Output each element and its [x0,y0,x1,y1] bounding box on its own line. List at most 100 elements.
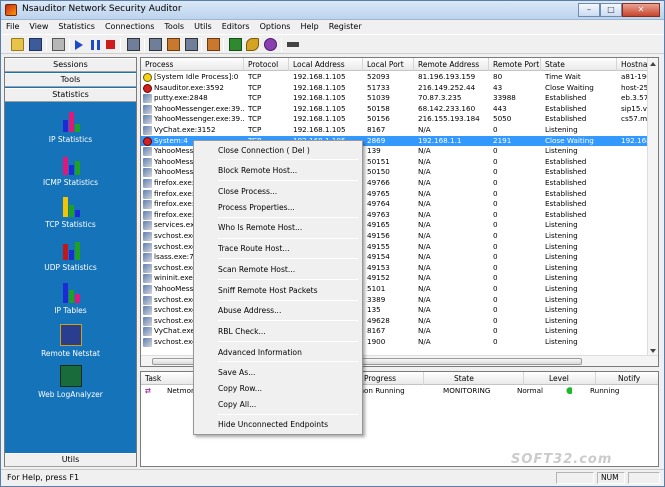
table-cell: Established [545,167,587,177]
menu-options[interactable]: Options [255,20,296,34]
context-menu-separator [218,180,358,181]
context-menu-item[interactable]: Block Remote Host... [196,164,360,177]
context-menu-separator [218,238,358,239]
menu-file[interactable]: File [1,20,24,34]
menu-editors[interactable]: Editors [217,20,255,34]
check-icon[interactable] [229,38,242,51]
nav-ip-statistics[interactable]: IP Statistics [5,110,136,144]
monitor-icon[interactable] [127,38,140,51]
nav-ip-tables[interactable]: IP Tables [5,281,136,315]
print-icon[interactable] [52,38,65,51]
table-cell: N/A [418,241,431,251]
table-cell: Listening [545,241,578,251]
context-menu-item[interactable]: Trace Route Host... [196,242,360,255]
report-icon[interactable] [149,38,162,51]
save-icon[interactable] [29,38,42,51]
menu-help[interactable]: Help [295,20,323,34]
table-cell: 5050 [493,114,512,124]
table-cell: putty.exe:2848 [154,93,208,103]
stop-icon[interactable] [106,40,115,49]
context-menu-item[interactable]: Save As... [196,366,360,379]
context-menu-item[interactable]: Close Process... [196,185,360,198]
menu-statistics[interactable]: Statistics [53,20,100,34]
settings-icon[interactable] [185,38,198,51]
home-icon[interactable] [207,38,220,51]
tab-statistics[interactable]: Statistics [5,88,136,102]
title-bar[interactable]: Nsauditor Network Security Auditor – □ ✕ [1,1,664,20]
table-row[interactable]: [System Idle Process]:0 TCP 192.168.1.105 5… [141,72,651,83]
nav-icmp-statistics[interactable]: ICMP Statistics [5,153,136,187]
tab-tools[interactable]: Tools [5,73,136,87]
table-cell: N/A [418,337,431,346]
pin-icon[interactable] [287,42,299,47]
menu-utils[interactable]: Utils [189,20,217,34]
context-menu-item[interactable]: RBL Check... [196,325,360,338]
open-folder-icon[interactable] [11,38,24,51]
column-protocol[interactable]: Protocol [244,58,289,71]
table-row[interactable]: YahooMessenger.exe:39... TCP 192.168.1.105… [141,114,651,125]
context-menu-item[interactable]: Advanced Information [196,346,360,359]
toolbar-separator [281,38,282,52]
table-cell: 139 [367,146,381,156]
nav-remote-netstat[interactable]: Remote Netstat [5,324,136,358]
table-cell: 81.196.193.159 [418,72,476,81]
table-cell: Established [545,199,587,209]
menu-tools[interactable]: Tools [159,20,189,34]
context-menu-item[interactable]: Abuse Address... [196,304,360,317]
column-progress[interactable]: Progress [356,372,424,385]
column-level[interactable]: Level [524,372,596,385]
chart-icon[interactable] [167,38,180,51]
table-cell: N/A [418,167,431,177]
context-menu-item[interactable]: Close Connection ( Del ) [196,144,360,157]
menu-connections[interactable]: Connections [100,20,159,34]
table-row[interactable]: YahooMessenger.exe:39... TCP 192.168.1.105… [141,104,651,115]
help-icon[interactable] [264,38,277,51]
ip-tables-icon [60,281,82,303]
column-local-address[interactable]: Local Address [289,58,363,71]
column-notify[interactable]: Notify [596,372,658,385]
menu-register[interactable]: Register [324,20,367,34]
key-icon[interactable] [246,38,259,51]
nav-web-loganalyzer[interactable]: Web LogAnalyzer [5,365,136,399]
status-num: NUM [597,472,625,484]
context-menu-item[interactable]: Who Is Remote Host... [196,221,360,234]
context-menu-item[interactable]: Copy Row... [196,382,360,395]
nav-udp-statistics[interactable]: UDP Statistics [5,238,136,272]
table-cell: 49153 [367,262,390,272]
toolbar-separator [120,38,121,52]
context-menu-item[interactable]: Sniff Remote Host Packets [196,284,360,297]
table-row[interactable]: putty.exe:2848 TCP 192.168.1.105 51039 70.87… [141,93,653,104]
play-icon[interactable] [75,40,83,50]
column-remote-address[interactable]: Remote Address [414,58,489,71]
column-local-port[interactable]: Local Port [363,58,414,71]
table-cell: 1900 [367,337,386,346]
table-row[interactable]: VyChat.exe:3152 TCP 192.168.1.105 8167 N/A 0 L… [141,125,648,136]
minimize-button[interactable]: – [578,3,600,17]
pause-icon[interactable] [91,40,100,50]
table-row[interactable]: Nsauditor.exe:3592 TCP 192.168.1.105 51733 2… [141,83,653,94]
column-remote-port[interactable]: Remote Port [489,58,541,71]
table-cell: 49766 [367,178,390,187]
column-process[interactable]: Process [141,58,244,71]
scroll-up-icon[interactable] [650,62,656,66]
maximize-button[interactable]: □ [600,3,622,17]
table-cell: 192.168.1.105 [293,125,346,134]
scroll-down-icon[interactable] [650,349,656,353]
table-cell: 49154 [367,252,390,262]
context-menu-item[interactable]: Scan Remote Host... [196,263,360,276]
context-menu-item[interactable]: Process Properties... [196,201,360,214]
context-menu-item[interactable]: Hide Unconnected Endpoints [196,418,360,431]
context-menu-item[interactable]: Copy All... [196,398,360,411]
table-cell: 49764 [367,199,390,209]
tab-utils[interactable]: Utils [5,453,136,467]
status-green-dot-icon: ● [562,386,572,397]
vertical-scrollbar[interactable] [647,58,658,357]
table-cell: 0 [493,241,498,251]
menu-view[interactable]: View [24,20,53,34]
tab-sessions[interactable]: Sessions [5,58,136,72]
column-state[interactable]: State [541,58,617,71]
column-state[interactable]: State [424,372,524,385]
nav-tcp-statistics[interactable]: TCP Statistics [5,195,136,229]
table-cell: N/A [418,125,431,134]
close-button[interactable]: ✕ [622,3,660,17]
